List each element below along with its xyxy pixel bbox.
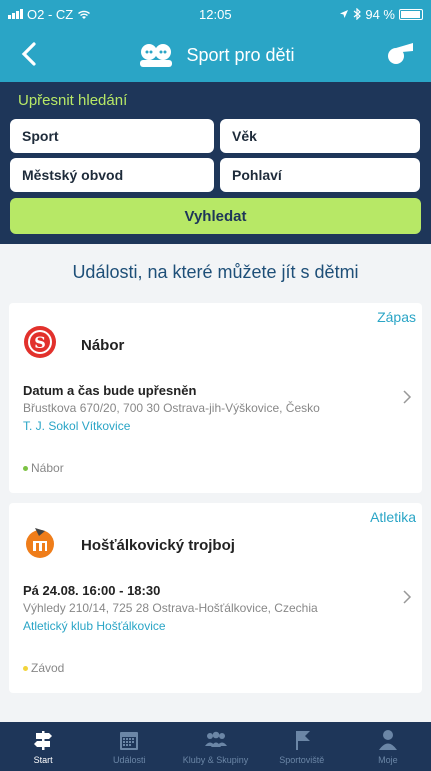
sokol-logo-icon: S <box>24 326 56 358</box>
tab-label: Události <box>113 755 146 765</box>
event-title: Hošťálkovický trojboj <box>81 537 235 554</box>
battery-label: 94 % <box>365 6 395 22</box>
event-address: Výhledy 210/14, 725 28 Ostrava-Hošťálkov… <box>23 601 318 615</box>
carrier-label: O2 - CZ <box>27 6 74 22</box>
event-category: Atletika <box>370 509 416 525</box>
chevron-right-icon <box>403 390 412 404</box>
location-icon <box>340 10 349 18</box>
sport-select[interactable]: Sport <box>10 119 214 153</box>
tag-dot-icon <box>23 665 28 671</box>
event-tag-label: Závod <box>31 661 65 675</box>
gender-select[interactable]: Pohlaví <box>220 158 420 192</box>
event-tag: Závod <box>23 661 64 675</box>
wifi-icon <box>78 10 91 19</box>
navigation-bar: Sport pro děti <box>0 28 431 82</box>
tab-bar: Start Události Kluby & Skupiny Sportoviš… <box>0 722 431 771</box>
back-arrow-icon[interactable] <box>18 40 40 68</box>
events-headline: Události, na které můžete jít s dětmi <box>72 262 359 282</box>
battery-icon <box>398 8 423 20</box>
bluetooth-icon <box>353 8 362 20</box>
tab-label: Kluby & Skupiny <box>182 755 249 765</box>
tab-venues[interactable]: Sportoviště <box>259 722 345 771</box>
status-time: 12:05 <box>199 6 232 22</box>
tab-label: Start <box>33 755 53 765</box>
event-club-link[interactable]: T. J. Sokol Vítkovice <box>23 419 130 433</box>
event-tag: Nábor <box>23 461 64 475</box>
event-datetime: Pá 24.08. 16:00 - 18:30 <box>23 583 161 598</box>
page-title: Sport pro děti <box>186 44 295 65</box>
signpost-icon <box>34 731 53 750</box>
event-club-link[interactable]: Atletický klub Hošťálkovice <box>23 619 166 633</box>
chevron-right-icon <box>403 590 412 604</box>
svg-text:S: S <box>34 333 46 352</box>
search-button[interactable]: Vyhledat <box>10 198 421 234</box>
event-card[interactable]: Atletika Hošťálkovický trojboj Pá 24.08.… <box>9 503 422 693</box>
event-datetime: Datum a čas bude upřesněn <box>23 383 197 398</box>
event-card[interactable]: Zápas S Nábor Datum a čas bude upřesněn … <box>9 303 422 493</box>
search-panel: Upřesnit hledání Sport Věk Městský obvod… <box>0 82 431 244</box>
tab-label: Moje <box>378 755 398 765</box>
event-address: Břustkova 670/20, 700 30 Ostrava-jih-Výš… <box>23 401 320 415</box>
event-tag-label: Nábor <box>31 461 64 475</box>
top-bar: O2 - CZ 12:05 94 % Sport pro děti <box>0 0 431 82</box>
flag-icon <box>295 731 310 750</box>
signal-icon <box>8 9 23 19</box>
tab-events[interactable]: Události <box>86 722 172 771</box>
athletic-club-logo-icon <box>26 528 54 558</box>
tag-dot-icon <box>23 465 28 471</box>
tab-clubs[interactable]: Kluby & Skupiny <box>172 722 258 771</box>
tab-mine[interactable]: Moje <box>345 722 431 771</box>
status-bar: O2 - CZ 12:05 94 % <box>0 0 431 28</box>
tab-start[interactable]: Start <box>0 722 86 771</box>
kids-logo-icon <box>140 44 173 67</box>
search-panel-title: Upřesnit hledání <box>18 92 128 109</box>
person-icon <box>378 730 397 750</box>
age-select[interactable]: Věk <box>220 119 420 153</box>
district-select[interactable]: Městský obvod <box>10 158 214 192</box>
group-icon <box>204 731 227 747</box>
event-title: Nábor <box>81 337 125 354</box>
event-category: Zápas <box>377 309 416 325</box>
calendar-icon <box>120 732 139 750</box>
whistle-icon[interactable] <box>385 40 415 66</box>
tab-label: Sportoviště <box>279 755 325 765</box>
